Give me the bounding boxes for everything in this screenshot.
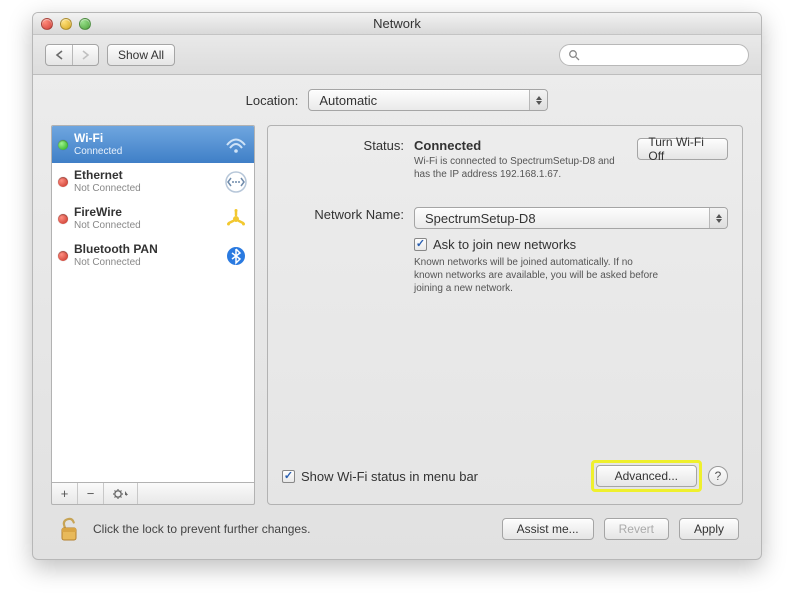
lock-text: Click the lock to prevent further change… [93, 522, 492, 536]
checkbox-icon [414, 238, 427, 251]
updown-icon [529, 90, 547, 110]
status-dot-icon [58, 177, 68, 187]
titlebar: Network [33, 13, 761, 35]
search-field[interactable] [559, 44, 749, 66]
ask-join-label: Ask to join new networks [433, 237, 576, 252]
ask-join-checkbox[interactable]: Ask to join new networks [414, 237, 576, 252]
ask-join-description: Known networks will be joined automatica… [414, 256, 664, 295]
status-label: Status: [282, 138, 414, 181]
status-description: Wi-Fi is connected to SpectrumSetup-D8 a… [414, 155, 625, 181]
network-name-value: SpectrumSetup-D8 [425, 211, 536, 226]
revert-button[interactable]: Revert [604, 518, 669, 540]
status-value: Connected [414, 138, 625, 153]
apply-button[interactable]: Apply [679, 518, 739, 540]
services-sidebar: Wi-Fi Connected Ethernet Not Connected [51, 125, 255, 483]
detail-panel: Status: Connected Wi-Fi is connected to … [267, 125, 743, 505]
search-icon [568, 49, 580, 61]
service-status: Not Connected [74, 220, 218, 231]
forward-button[interactable] [72, 45, 98, 65]
sidebar-item-wifi[interactable]: Wi-Fi Connected [52, 126, 254, 163]
status-dot-icon [58, 140, 68, 150]
service-name: FireWire [74, 206, 218, 219]
service-name: Bluetooth PAN [74, 243, 218, 256]
show-all-button[interactable]: Show All [107, 44, 175, 66]
close-icon[interactable] [41, 18, 53, 30]
lock-button[interactable] [55, 515, 83, 543]
help-button[interactable]: ? [708, 466, 728, 486]
updown-icon [709, 208, 727, 228]
minimize-icon[interactable] [60, 18, 72, 30]
wifi-icon [224, 133, 248, 157]
assist-me-button[interactable]: Assist me... [502, 518, 594, 540]
network-name-popup[interactable]: SpectrumSetup-D8 [414, 207, 728, 229]
network-preferences-window: Network Show All Location: Automatic [32, 12, 762, 560]
service-status: Not Connected [74, 183, 218, 194]
service-status: Connected [74, 146, 218, 157]
gear-icon [112, 488, 130, 500]
toolbar: Show All [33, 35, 761, 75]
nav-segment [45, 44, 99, 66]
zoom-icon[interactable] [79, 18, 91, 30]
search-input[interactable] [584, 48, 740, 62]
sidebar-item-firewire[interactable]: FireWire Not Connected [52, 200, 254, 237]
service-status: Not Connected [74, 257, 218, 268]
service-name: Ethernet [74, 169, 218, 182]
show-menu-checkbox[interactable]: Show Wi-Fi status in menu bar [282, 469, 478, 484]
window-title: Network [33, 16, 761, 31]
back-button[interactable] [46, 45, 72, 65]
network-name-label: Network Name: [282, 207, 414, 229]
location-label: Location: [246, 93, 299, 108]
sidebar-item-ethernet[interactable]: Ethernet Not Connected [52, 163, 254, 200]
action-menu-button[interactable] [104, 483, 138, 504]
location-value: Automatic [319, 93, 377, 108]
ethernet-icon [224, 170, 248, 194]
sidebar-footer: + − [51, 483, 255, 505]
service-name: Wi-Fi [74, 132, 218, 145]
status-dot-icon [58, 214, 68, 224]
checkbox-icon [282, 470, 295, 483]
show-menu-label: Show Wi-Fi status in menu bar [301, 469, 478, 484]
bluetooth-icon [224, 244, 248, 268]
remove-service-button[interactable]: − [78, 483, 104, 504]
add-service-button[interactable]: + [52, 483, 78, 504]
location-popup[interactable]: Automatic [308, 89, 548, 111]
sidebar-item-bluetooth-pan[interactable]: Bluetooth PAN Not Connected [52, 237, 254, 274]
firewire-icon [224, 207, 248, 231]
advanced-highlight: Advanced... [591, 460, 702, 492]
turn-wifi-off-button[interactable]: Turn Wi-Fi Off [637, 138, 728, 160]
advanced-button[interactable]: Advanced... [596, 465, 697, 487]
status-dot-icon [58, 251, 68, 261]
unlock-icon [57, 516, 81, 542]
footer: Click the lock to prevent further change… [51, 505, 743, 543]
